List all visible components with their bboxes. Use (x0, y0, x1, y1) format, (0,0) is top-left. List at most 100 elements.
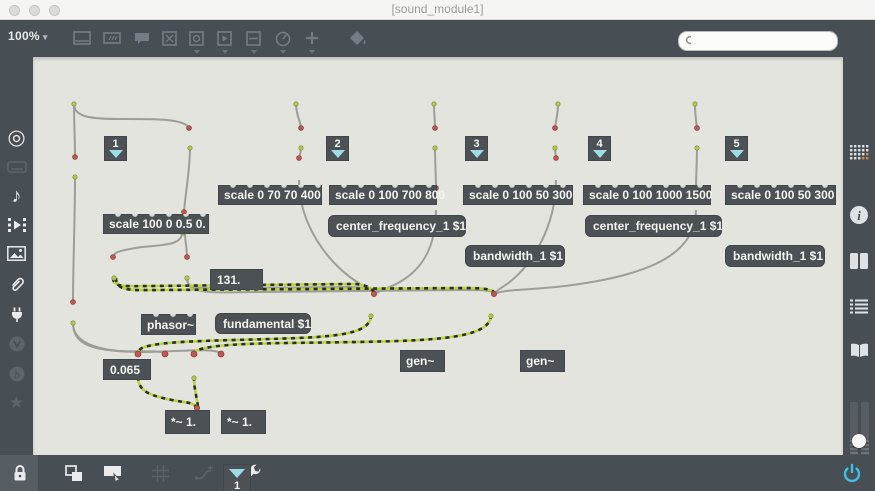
message-box-bandwidth-left[interactable]: bandwidth_1 $1 (465, 245, 565, 267)
new-number-box-button[interactable] (100, 26, 124, 50)
signal-cords[interactable] (111, 277, 495, 408)
search-input[interactable] (691, 33, 837, 49)
svg-text:i: i (857, 208, 861, 223)
selector-value: 4 (596, 138, 603, 150)
sidebar-item-vizzie[interactable] (0, 335, 33, 358)
sidebar-item-beap[interactable]: b (0, 365, 33, 388)
film-play-icon (7, 218, 26, 232)
preset-selector-1[interactable]: 1 (104, 136, 127, 161)
keyboard-icon (6, 161, 27, 173)
lock-patcher-button[interactable] (8, 461, 32, 485)
sidebar-item-keyboard[interactable] (0, 160, 33, 179)
toggle-icon (162, 31, 177, 46)
message-icon (217, 31, 232, 46)
message-box-bandwidth-right[interactable]: bandwidth_1 $1 (725, 245, 825, 267)
split-panels-icon (850, 253, 868, 269)
inlet-nubs (464, 185, 572, 189)
sidebar-item-console-list[interactable] (843, 299, 875, 314)
object-box-multiply-right[interactable]: *~ 1. (221, 410, 266, 434)
bring-forward-button[interactable] (62, 461, 86, 485)
zoom-level-control[interactable]: 100% ▾ (8, 29, 48, 43)
preset-selector-3[interactable]: 3 (465, 136, 488, 161)
inlet-nubs (104, 214, 208, 218)
paint-format-button[interactable] (346, 26, 370, 50)
object-box-scale-volume[interactable]: scale 100 0 0.5 0. (103, 214, 209, 234)
vizzie-circle-icon (9, 336, 24, 352)
sidebar-item-reference[interactable] (843, 343, 875, 358)
top-toolbar: 100% ▾ (0, 20, 875, 57)
sidebar-item-files[interactable] (0, 275, 33, 298)
info-icon: i (850, 206, 868, 224)
new-button-button[interactable] (185, 26, 209, 54)
preset-selector-2[interactable]: 2 (326, 136, 349, 161)
object-box-gen-left[interactable]: gen~ (400, 350, 445, 372)
chevron-down-icon (309, 50, 315, 54)
message-box-fundamental[interactable]: fundamental $1 (215, 313, 311, 334)
plug-icon (11, 307, 22, 322)
selector-value: 1 (233, 480, 241, 491)
chevron-down-icon (280, 50, 286, 54)
window-title: [sound_module1] (391, 2, 484, 16)
object-text: scale 0 100 700 800 (335, 188, 446, 202)
output-selector[interactable]: 1 (223, 464, 251, 491)
left-sidebar: ◎ ♪ b ★ (0, 57, 33, 455)
new-object-button[interactable] (70, 26, 94, 50)
inlet-nubs (726, 185, 835, 189)
new-comment-button[interactable] (130, 26, 154, 50)
presentation-mode-button[interactable] (100, 461, 124, 485)
star-icon: ★ (8, 393, 25, 412)
dial-icon (275, 31, 291, 47)
object-box-scale-bandwidth-2[interactable]: scale 0 100 50 300 (725, 185, 836, 205)
object-box-scale-centerfreq-2[interactable]: scale 0 100 1000 1500 (583, 185, 712, 205)
number-box-volume[interactable]: 0.065 (103, 359, 151, 380)
object-text: phasor~ (147, 317, 195, 332)
dot-grid-icon (849, 145, 868, 160)
new-dial-button[interactable] (271, 26, 295, 54)
object-box-gen-right[interactable]: gen~ (520, 350, 565, 372)
preset-selector-5[interactable]: 5 (725, 136, 748, 161)
dropdown-triangle-icon (229, 469, 245, 478)
message-box-center-frequency-left[interactable]: center_frequency_1 $1 (328, 215, 466, 237)
gain-knob[interactable] (852, 434, 866, 448)
number-value: 0.065 (110, 362, 141, 377)
beap-circle-icon: b (9, 366, 24, 382)
object-box-scale-bandwidth-1[interactable]: scale 0 100 50 300 (463, 185, 573, 205)
audio-power-button[interactable] (839, 460, 865, 486)
sidebar-item-console[interactable]: ◎ (0, 125, 33, 150)
patch-cords-icon (194, 465, 213, 480)
patch-cords-layer[interactable] (33, 57, 843, 455)
object-text: gen~ (406, 354, 435, 368)
object-text: *~ 1. (171, 415, 197, 429)
zoom-caret-icon: ▾ (42, 32, 48, 42)
dropdown-triangle-icon (469, 150, 484, 158)
grid-icon (151, 464, 169, 482)
new-message-button[interactable] (213, 26, 237, 54)
object-box-multiply-left[interactable]: *~ 1. (165, 410, 210, 434)
sidebar-item-plugins[interactable] (0, 305, 33, 328)
target-circles-icon: ◎ (7, 126, 26, 149)
sidebar-item-clips[interactable] (0, 217, 33, 238)
patch-cord-options-button[interactable] (192, 461, 216, 485)
sidebar-item-panels[interactable] (843, 253, 875, 269)
sidebar-item-audio[interactable]: ♪ (0, 185, 33, 208)
sidebar-item-grid[interactable] (843, 145, 875, 161)
preset-selector-4[interactable]: 4 (588, 136, 611, 161)
object-box-scale-centerfreq-1[interactable]: scale 0 100 700 800 (329, 185, 445, 205)
sidebar-item-images[interactable] (0, 246, 33, 266)
inlet-nubs (142, 314, 195, 318)
new-slider-button[interactable] (242, 26, 266, 54)
new-toggle-button[interactable] (158, 26, 182, 50)
slider-icon (246, 31, 261, 46)
grid-toggle-button[interactable] (148, 461, 172, 485)
add-object-button[interactable] (300, 26, 324, 54)
search-field[interactable] (678, 31, 838, 51)
object-box-scale-fundamental[interactable]: scale 0 70 70 400 (218, 185, 322, 205)
chevron-down-icon (194, 50, 200, 54)
object-box-phasor[interactable]: phasor~ (141, 314, 196, 335)
sidebar-item-inspector[interactable]: i (843, 205, 875, 225)
message-box-center-frequency-right[interactable]: center_frequency_1 $1 (585, 215, 723, 237)
presentation-icon (103, 465, 121, 482)
sidebar-item-favorites[interactable]: ★ (0, 393, 33, 413)
object-text: scale 0 100 50 300 (469, 188, 573, 202)
number-box-frequency[interactable]: 131. (210, 269, 263, 290)
